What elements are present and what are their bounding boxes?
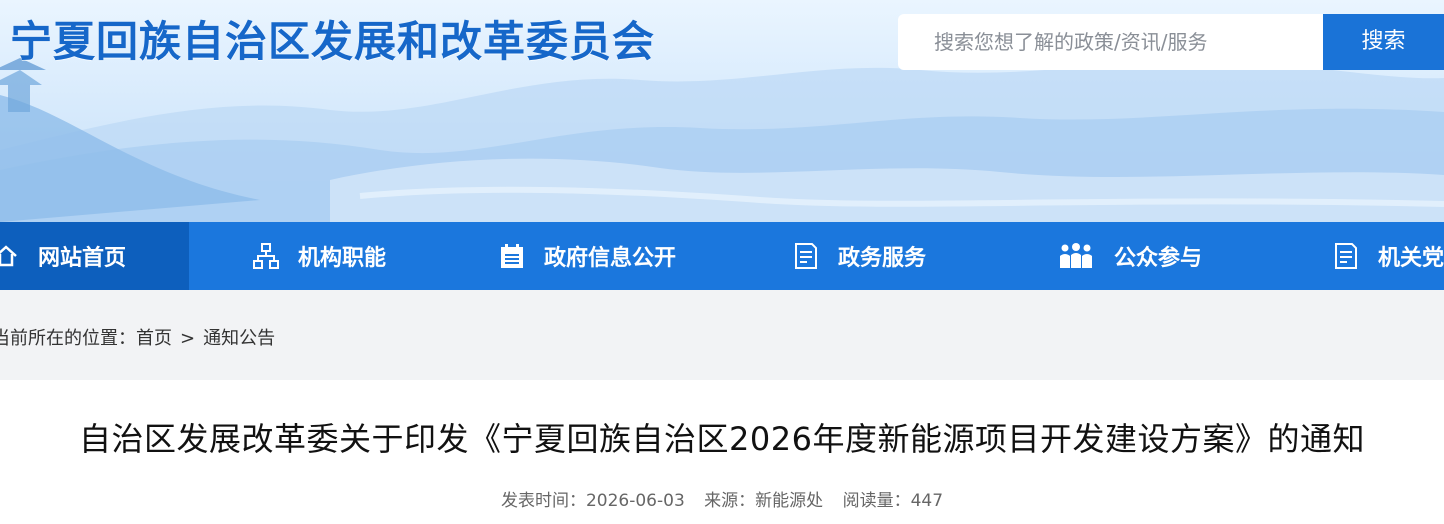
nav-item-gov-info[interactable]: 政府信息公开 (498, 222, 676, 290)
search-input[interactable] (898, 14, 1324, 70)
home-icon (0, 242, 20, 270)
nav-label: 机构职能 (298, 246, 387, 271)
nav-label: 政务服务 (838, 246, 927, 271)
article-meta: 发表时间：2026-06-03 来源：新能源处 阅读量：447 (0, 486, 1444, 511)
breadcrumb: 当前所在的位置：首页 > 通知公告 (0, 324, 275, 350)
read-count-value: 447 (910, 491, 944, 511)
header-banner: 宁夏回族自治区发展和改革委员会 搜索 (0, 0, 1444, 222)
nav-label: 机关党建 (1378, 246, 1444, 271)
nav-item-gov-service[interactable]: 政务服务 (792, 222, 926, 290)
article-source: 来源：新能源处 (704, 491, 823, 511)
org-chart-icon (252, 242, 280, 270)
source-value: 新能源处 (755, 491, 824, 511)
breadcrumb-home-link[interactable]: 首页 (136, 328, 172, 349)
breadcrumb-separator: > (180, 328, 196, 349)
search-button[interactable]: 搜索 (1323, 14, 1444, 70)
nav-item-party-building[interactable]: 机关党建 (1332, 222, 1444, 290)
read-count-label: 阅读量： (842, 491, 911, 511)
people-icon (1056, 242, 1096, 270)
publish-date: 发表时间：2026-06-03 (501, 491, 685, 511)
calendar-list-icon (498, 242, 526, 270)
breadcrumb-current-link[interactable]: 通知公告 (203, 328, 275, 349)
nav-item-home[interactable]: 网站首页 (0, 222, 189, 290)
nav-label: 政府信息公开 (544, 246, 677, 271)
nav-item-public-participation[interactable]: 公众参与 (1056, 222, 1202, 290)
breadcrumb-prefix: 当前所在的位置： (0, 328, 136, 349)
source-label: 来源： (704, 491, 756, 511)
nav-item-organization[interactable]: 机构职能 (252, 222, 386, 290)
main-nav: 网站首页 机构职能 政府信息公开 政务服务 公众参与 机关党 (0, 222, 1444, 290)
document-icon (1332, 242, 1360, 270)
article-title: 自治区发展改革委关于印发《宁夏回族自治区2026年度新能源项目开发建设方案》的通… (79, 420, 1365, 458)
document-icon (792, 242, 820, 270)
read-count: 阅读量：447 (843, 491, 943, 511)
nav-label: 网站首页 (38, 246, 127, 271)
search-box (898, 14, 1324, 70)
publish-date-value: 2026-06-03 (585, 491, 685, 511)
publish-date-label: 发表时间： (500, 491, 586, 511)
nav-label: 公众参与 (1114, 246, 1203, 271)
breadcrumb-bar: 当前所在的位置：首页 > 通知公告 (0, 290, 1444, 380)
site-title: 宁夏回族自治区发展和改革委员会 (10, 17, 656, 66)
